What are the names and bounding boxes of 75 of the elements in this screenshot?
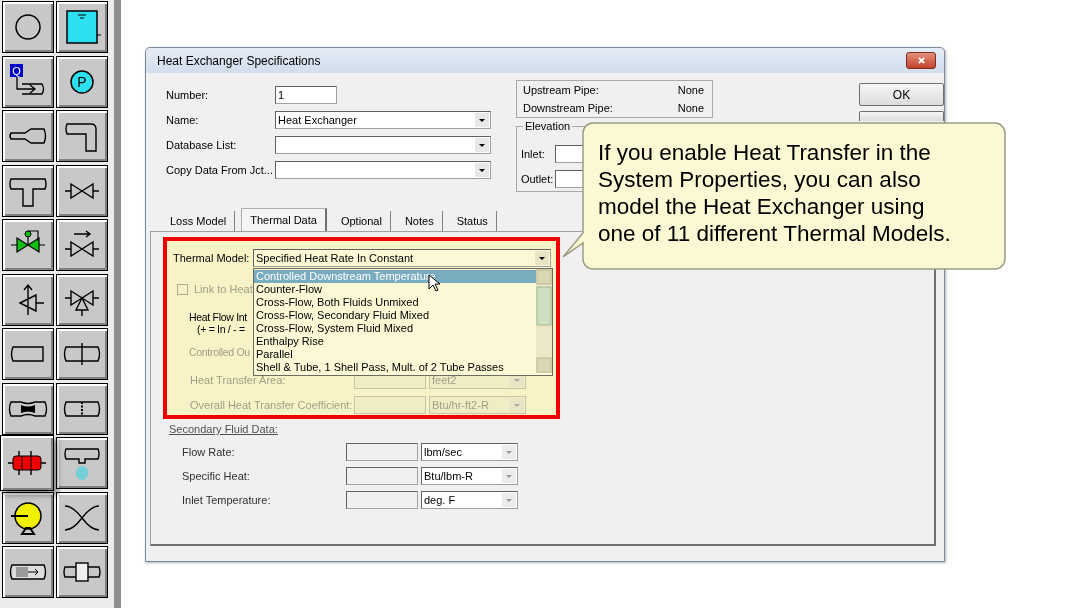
pipe-label: Upstream Pipe: xyxy=(522,84,599,97)
field-label: Heat Flow Int xyxy=(189,311,247,323)
palette-button[interactable] xyxy=(0,435,54,491)
field-label: Inlet: xyxy=(520,148,546,160)
palette-button[interactable] xyxy=(2,1,54,53)
scrollbar[interactable] xyxy=(536,269,552,373)
field-label: Heat Transfer Area: xyxy=(190,374,287,386)
tab[interactable]: Optional xyxy=(332,211,391,231)
field-label: Controlled Ou xyxy=(189,346,250,358)
value-field[interactable] xyxy=(346,443,418,461)
palette-button[interactable] xyxy=(56,546,108,598)
palette-button[interactable] xyxy=(2,546,54,598)
palette-button[interactable] xyxy=(2,219,54,271)
field-label: Thermal Model: xyxy=(173,252,251,264)
callout-text: If you enable Heat Transfer in the System Properties, you can also model the Heat Exchanger using one of 11 different Thermal Models. xyxy=(598,139,952,247)
pipe-value: None xyxy=(677,102,704,115)
field-label: Database List: xyxy=(166,139,238,151)
field-label: Flow Rate: xyxy=(182,446,236,458)
list-option[interactable]: Cross-Flow, Secondary Fluid Mixed xyxy=(254,309,536,322)
tab[interactable]: Status xyxy=(448,211,497,231)
field-label: Name: xyxy=(166,114,200,126)
palette-button[interactable]: P xyxy=(56,55,108,108)
window-title: Heat Exchanger Specifications xyxy=(157,53,321,68)
list-option[interactable]: Enthalpy Rise xyxy=(254,335,536,348)
field-label: Inlet Temperature: xyxy=(182,494,272,506)
group-title: Elevation xyxy=(522,120,573,132)
combo-box[interactable]: Heat Exchanger xyxy=(275,111,491,129)
thermal-model-combo[interactable]: Specified Heat Rate In Constant xyxy=(253,249,551,267)
palette-button[interactable] xyxy=(2,273,54,326)
field-label: (+ = In / - = xyxy=(196,323,245,335)
unit-combo[interactable]: deg. F xyxy=(421,491,518,509)
palette-button[interactable] xyxy=(2,110,54,162)
list-option[interactable]: Cross-Flow, Both Fluids Unmixed xyxy=(254,296,536,309)
palette-button[interactable] xyxy=(56,110,108,162)
field-label: Specific Heat: xyxy=(182,470,251,482)
unit-combo[interactable]: lbm/sec xyxy=(421,443,518,461)
value-field[interactable] xyxy=(346,491,418,509)
palette-button[interactable] xyxy=(2,164,54,217)
palette-button[interactable] xyxy=(56,1,108,53)
tab[interactable]: Thermal Data xyxy=(241,208,327,231)
palette-button[interactable] xyxy=(56,382,108,435)
palette-button[interactable] xyxy=(2,491,54,544)
palette-button[interactable] xyxy=(2,382,54,435)
pipe-label: Downstream Pipe: xyxy=(522,102,613,115)
combo-box[interactable] xyxy=(275,136,491,154)
tab[interactable]: Loss Model xyxy=(162,211,236,231)
field-label: Outlet: xyxy=(520,173,555,185)
palette-button[interactable] xyxy=(2,328,54,380)
list-option[interactable]: Parallel xyxy=(254,348,536,361)
palette-button[interactable] xyxy=(56,328,108,380)
list-option[interactable]: Shell & Tube, 1 Shell Pass, Mult. of 2 Tube Passes xyxy=(254,361,536,374)
close-button[interactable] xyxy=(906,52,936,69)
palette-button[interactable] xyxy=(56,164,108,217)
dialog-button[interactable] xyxy=(859,111,944,121)
tab[interactable]: Notes xyxy=(396,211,443,231)
ok-button[interactable]: OK xyxy=(859,83,944,106)
palette-button[interactable]: Q xyxy=(2,55,54,108)
close-icon xyxy=(916,56,926,65)
field-label: Copy Data From Jct... xyxy=(166,164,274,176)
field-label: Number: xyxy=(166,89,210,101)
value-field[interactable] xyxy=(346,467,418,485)
section-title: Secondary Fluid Data: xyxy=(169,423,279,437)
field-label: Overall Heat Transfer Coefficient: xyxy=(190,399,354,411)
unit-combo[interactable]: Btu/lbm-R xyxy=(421,467,518,485)
pipe-value: None xyxy=(677,84,704,97)
palette-button[interactable] xyxy=(56,219,108,271)
list-option[interactable]: Cross-Flow, System Fluid Mixed xyxy=(254,322,536,335)
palette-button[interactable] xyxy=(56,273,108,326)
palette-button[interactable] xyxy=(56,491,108,544)
value-field[interactable] xyxy=(354,396,426,414)
number-field[interactable]: 1 xyxy=(275,86,337,104)
combo-box[interactable] xyxy=(275,161,491,179)
checkbox-label: Link to Heat xyxy=(194,283,253,295)
palette-button[interactable] xyxy=(56,437,108,489)
list-option[interactable]: Counter-Flow xyxy=(254,283,536,296)
